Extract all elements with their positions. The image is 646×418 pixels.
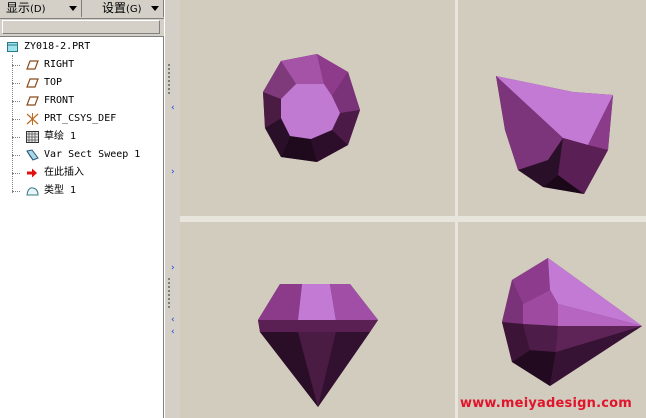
expand-right-icon[interactable]: › xyxy=(171,168,175,177)
expand-right-icon[interactable]: › xyxy=(171,264,175,273)
model-tree: ZY018-2.PRT RIGHT TOP FRONT PRT_CSYS_DEF… xyxy=(0,36,164,418)
gem-side-view xyxy=(502,258,642,386)
tree-item-label: 在此插入 xyxy=(44,167,84,178)
display-menu-button[interactable]: 显示(D) xyxy=(0,0,82,17)
insert-here-arrow-icon xyxy=(27,168,37,178)
viewport-bottom-right[interactable] xyxy=(458,222,646,418)
style-feature-icon xyxy=(26,187,39,196)
collapse-left-icon[interactable]: ‹ xyxy=(171,328,175,337)
sketch-icon xyxy=(26,131,39,143)
coordinate-system-icon xyxy=(26,113,39,125)
viewport-bottom-left[interactable] xyxy=(180,222,455,418)
site-watermark: www.meiyadesign.com xyxy=(460,396,633,411)
gem-front-view xyxy=(258,284,378,407)
chevron-down-icon xyxy=(69,6,77,11)
datum-plane-icon xyxy=(26,60,39,70)
datum-plane-icon xyxy=(26,96,39,106)
settings-menu-button[interactable]: 设置(G) xyxy=(82,0,164,17)
settings-menu-label: 设置 xyxy=(102,1,127,15)
gem-isometric-view xyxy=(496,76,613,194)
tree-root-label: ZY018-2.PRT xyxy=(24,41,91,52)
tree-item-label: 草绘 1 xyxy=(44,131,77,142)
tree-item-label: PRT_CSYS_DEF xyxy=(44,113,117,124)
tree-item-label: TOP xyxy=(44,77,63,88)
panel-sash[interactable]: ‹ › › ‹ ‹ xyxy=(164,0,180,418)
display-menu-label: 显示 xyxy=(6,1,31,15)
viewport-top-left[interactable] xyxy=(180,0,455,216)
datum-plane-icon xyxy=(26,78,39,88)
settings-menu-key: (G) xyxy=(126,4,142,15)
gem-top-view xyxy=(263,54,360,162)
tree-item-label: Var Sect Sweep 1 xyxy=(44,149,141,160)
viewport-top-right[interactable] xyxy=(458,0,646,216)
tree-filter-bar[interactable] xyxy=(2,20,160,34)
chevron-down-icon xyxy=(151,6,159,11)
sweep-feature-icon xyxy=(26,149,39,161)
display-menu-key: (D) xyxy=(30,4,46,15)
model-tree-menubar: 显示(D) 设置(G) xyxy=(0,0,164,19)
part-icon xyxy=(7,42,18,52)
tree-item-label: FRONT xyxy=(44,95,75,106)
tree-item-label: RIGHT xyxy=(44,59,75,70)
collapse-left-icon[interactable]: ‹ xyxy=(171,104,175,113)
collapse-left-icon[interactable]: ‹ xyxy=(171,316,175,325)
tree-item-label: 类型 1 xyxy=(44,185,77,196)
